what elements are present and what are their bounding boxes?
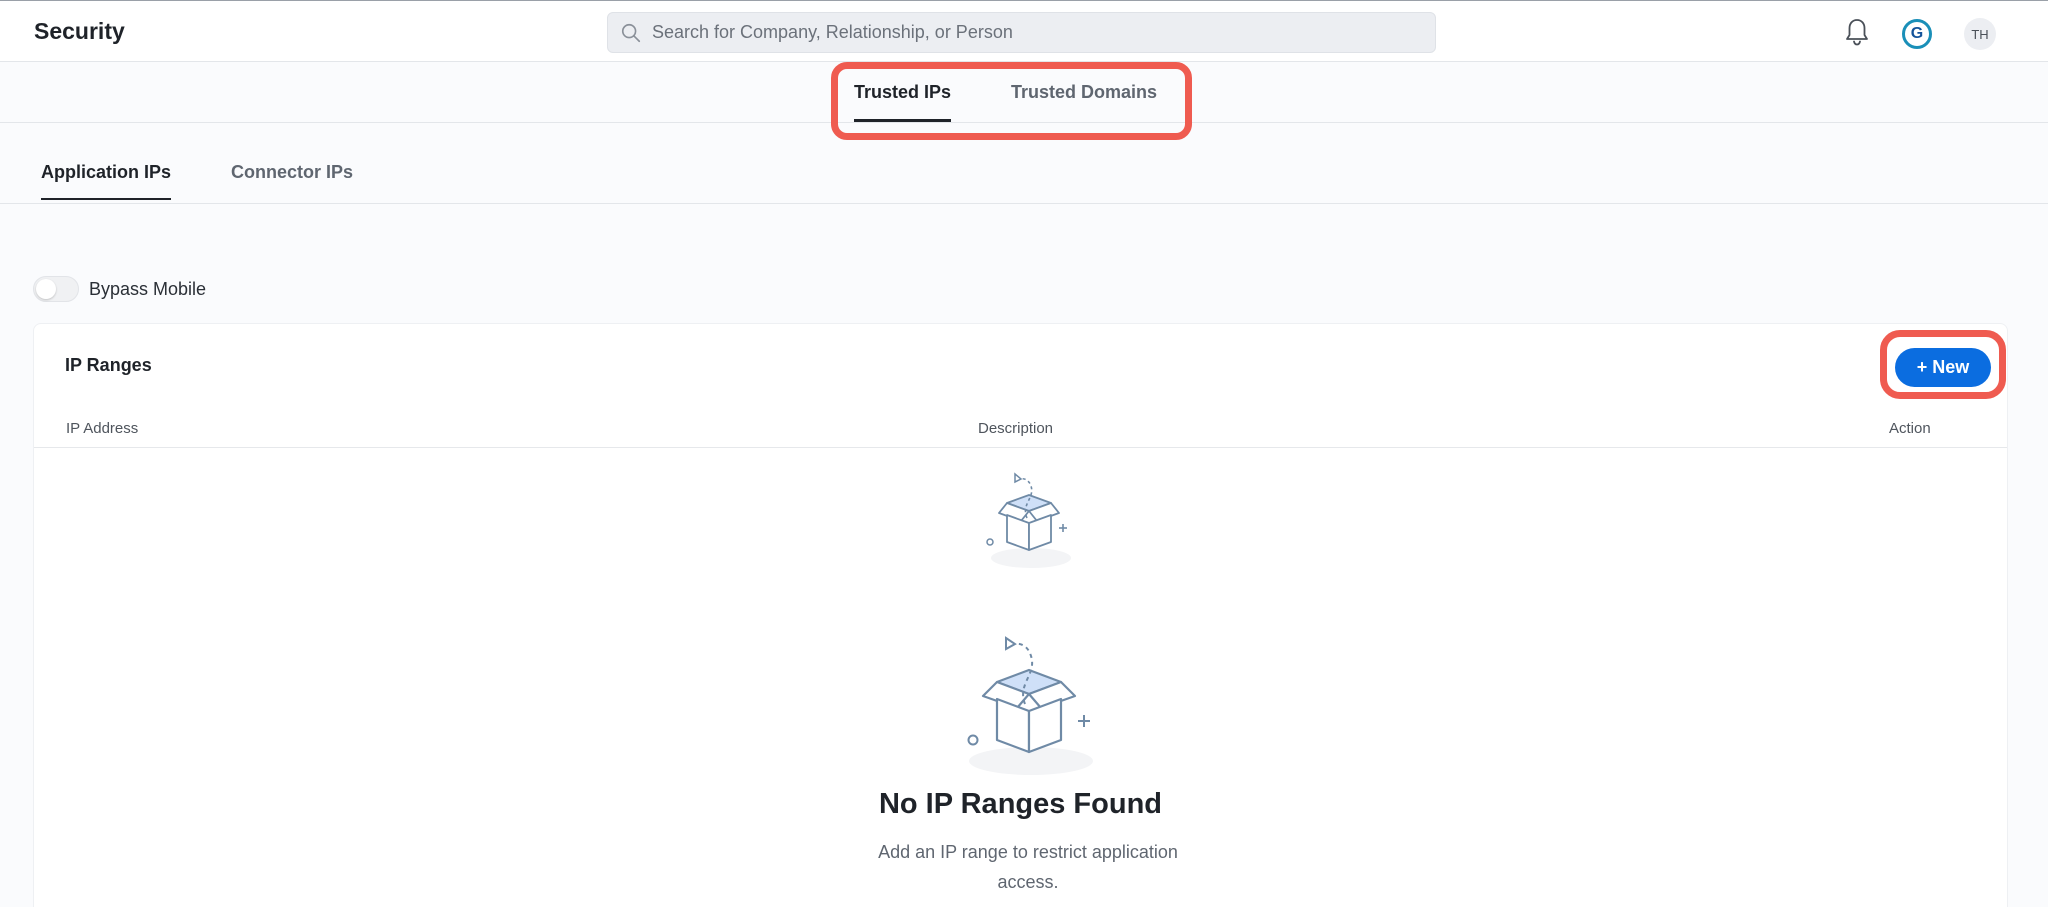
- column-action: Action: [1889, 420, 1931, 437]
- empty-state-title: No IP Ranges Found: [878, 788, 1163, 820]
- search-input[interactable]: [652, 13, 1422, 52]
- bypass-mobile-toggle[interactable]: [33, 276, 79, 302]
- brand-avatar[interactable]: G: [1902, 19, 1932, 49]
- empty-state-description: Add an IP range to restrict application …: [878, 842, 1178, 892]
- table-header: IP Address Description Action: [34, 410, 2007, 448]
- column-ip-address: IP Address: [66, 420, 139, 437]
- main-tabs: Trusted IPs Trusted Domains: [0, 62, 2048, 123]
- search-icon: [621, 23, 641, 43]
- brand-initial: G: [1910, 25, 1924, 42]
- global-search[interactable]: [607, 12, 1436, 53]
- sub-tabs: Application IPs Connector IPs: [0, 124, 2048, 204]
- empty-box-large-icon: [967, 636, 1093, 775]
- empty-state: No IP Ranges Found Add an IP range to re…: [34, 448, 2007, 907]
- tab-application-ips[interactable]: Application IPs: [41, 162, 172, 200]
- page-title: Security: [34, 18, 125, 44]
- new-ip-range-button[interactable]: + New: [1895, 348, 1991, 387]
- ip-ranges-card: IP Ranges + New IP Address Description A…: [33, 323, 2008, 907]
- tab-trusted-domains[interactable]: Trusted Domains: [1011, 82, 1157, 119]
- column-description: Description: [978, 420, 1054, 437]
- ip-ranges-title: IP Ranges: [65, 355, 152, 375]
- tab-trusted-ips[interactable]: Trusted IPs: [854, 82, 952, 122]
- user-avatar[interactable]: TH: [1964, 18, 1996, 50]
- bypass-mobile-setting: Bypass Mobile: [33, 276, 206, 302]
- empty-box-icon: [986, 472, 1071, 568]
- top-bar: Security G TH: [0, 0, 2048, 62]
- bell-icon[interactable]: [1843, 17, 1871, 47]
- tab-connector-ips[interactable]: Connector IPs: [231, 162, 353, 198]
- toggle-knob: [36, 279, 56, 299]
- bypass-mobile-label: Bypass Mobile: [89, 278, 207, 299]
